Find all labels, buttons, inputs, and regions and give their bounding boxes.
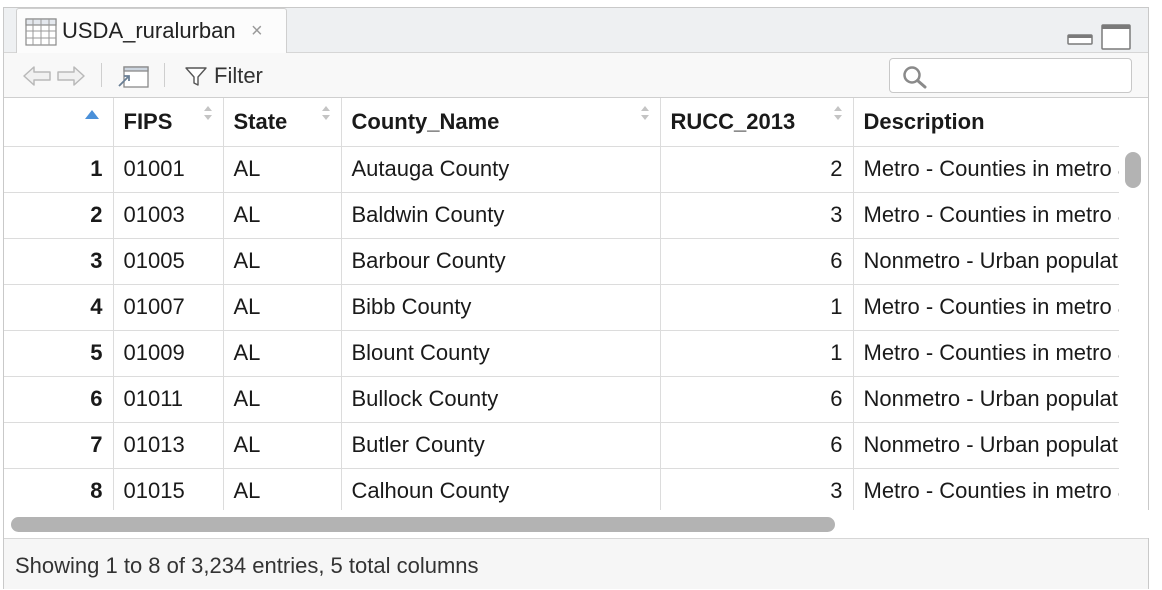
close-icon[interactable]: × — [251, 20, 263, 42]
table-row[interactable]: 2 01003 AL Baldwin County 3 Metro - Coun… — [4, 192, 1119, 239]
arrow-left-icon[interactable] — [22, 65, 52, 87]
cell-county-name: Bullock County — [341, 376, 661, 423]
table-row[interactable]: 1 01001 AL Autauga County 2 Metro - Coun… — [4, 146, 1119, 193]
sort-toggle-icon — [833, 106, 842, 120]
column-header-label: Description — [863, 108, 985, 134]
sort-toggle-icon — [321, 106, 330, 120]
cell-description: Metro - Counties in metro areas — [853, 192, 1119, 239]
sort-toggle-icon — [203, 106, 212, 120]
cell-county-name: Calhoun County — [341, 468, 661, 510]
table-row[interactable]: 5 01009 AL Blount County 1 Metro - Count… — [4, 330, 1119, 377]
cell-county-name: Butler County — [341, 422, 661, 469]
cell-state: AL — [223, 284, 342, 331]
row-number: 5 — [4, 330, 114, 377]
cell-state: AL — [223, 146, 342, 193]
cell-fips: 01003 — [113, 192, 224, 239]
row-number: 8 — [4, 468, 114, 510]
cell-description: Metro - Counties in metro areas — [853, 284, 1119, 331]
table-row[interactable]: 7 01013 AL Butler County 6 Nonmetro - Ur… — [4, 422, 1119, 469]
cell-fips: 01011 — [113, 376, 224, 423]
table-row[interactable]: 3 01005 AL Barbour County 6 Nonmetro - U… — [4, 238, 1119, 285]
funnel-icon — [185, 67, 207, 86]
cell-state: AL — [223, 468, 342, 510]
table-row[interactable]: 8 01015 AL Calhoun County 3 Metro - Coun… — [4, 468, 1119, 510]
column-header-description[interactable]: Description — [853, 98, 1119, 147]
column-header-label: FIPS — [123, 108, 173, 134]
cell-rucc-2013: 1 — [660, 284, 854, 331]
filter-label: Filter — [214, 63, 263, 88]
cell-rucc-2013: 3 — [660, 192, 854, 239]
column-header-label: State — [233, 108, 288, 134]
cell-county-name: Baldwin County — [341, 192, 661, 239]
search-input[interactable] — [934, 63, 1124, 89]
cell-rucc-2013: 3 — [660, 468, 854, 510]
vertical-scrollbar[interactable] — [1125, 152, 1141, 188]
cell-state: AL — [223, 422, 342, 469]
cell-description: Nonmetro - Urban population — [853, 422, 1119, 469]
search-box[interactable] — [889, 58, 1132, 93]
tab-bar: USDA_ruralurban × — [4, 8, 1148, 54]
cell-fips: 01001 — [113, 146, 224, 193]
cell-description: Metro - Counties in metro areas — [853, 330, 1119, 377]
column-header-county-name[interactable]: County_Name — [341, 98, 661, 147]
toolbar-divider — [164, 63, 165, 87]
row-number: 2 — [4, 192, 114, 239]
cell-state: AL — [223, 330, 342, 377]
cell-fips: 01015 — [113, 468, 224, 510]
cell-county-name: Autauga County — [341, 146, 661, 193]
arrow-right-icon[interactable] — [56, 65, 86, 87]
cell-rucc-2013: 1 — [660, 330, 854, 377]
data-grid: FIPS State County_Name RUCC_2013 Descrip… — [4, 98, 1119, 510]
header-row: FIPS State County_Name RUCC_2013 Descrip… — [4, 98, 1119, 147]
popout-window-icon[interactable] — [116, 64, 150, 90]
row-number-header[interactable] — [4, 98, 114, 147]
entries-summary: Showing 1 to 8 of 3,234 entries, 5 total… — [15, 553, 479, 578]
cell-rucc-2013: 2 — [660, 146, 854, 193]
filter-button[interactable]: Filter — [184, 63, 263, 89]
minimize-pane-icon[interactable] — [1067, 24, 1093, 46]
toolbar: Filter — [4, 53, 1148, 98]
search-icon — [903, 66, 927, 89]
column-header-rucc-2013[interactable]: RUCC_2013 — [660, 98, 854, 147]
row-number: 3 — [4, 238, 114, 285]
cell-description: Metro - Counties in metro areas — [853, 146, 1119, 193]
column-header-state[interactable]: State — [223, 98, 342, 147]
cell-state: AL — [223, 192, 342, 239]
cell-description: Nonmetro - Urban population — [853, 238, 1119, 285]
cell-description: Nonmetro - Urban population — [853, 376, 1119, 423]
cell-state: AL — [223, 376, 342, 423]
table-grid-icon — [25, 18, 57, 46]
column-header-label: RUCC_2013 — [670, 108, 796, 134]
cell-fips: 01009 — [113, 330, 224, 377]
status-bar: Showing 1 to 8 of 3,234 entries, 5 total… — [4, 538, 1148, 589]
toolbar-divider — [101, 63, 102, 87]
cell-fips: 01013 — [113, 422, 224, 469]
row-number: 7 — [4, 422, 114, 469]
data-table: FIPS State County_Name RUCC_2013 Descrip… — [4, 98, 1119, 510]
cell-county-name: Bibb County — [341, 284, 661, 331]
cell-county-name: Barbour County — [341, 238, 661, 285]
row-number: 6 — [4, 376, 114, 423]
cell-rucc-2013: 6 — [660, 376, 854, 423]
horizontal-scrollbar[interactable] — [11, 517, 835, 532]
cell-rucc-2013: 6 — [660, 422, 854, 469]
data-viewer-pane: USDA_ruralurban × Filter FIPS State Coun… — [3, 7, 1150, 589]
column-header-label: County_Name — [351, 108, 500, 134]
maximize-pane-icon[interactable] — [1101, 24, 1131, 50]
table-row[interactable]: 4 01007 AL Bibb County 1 Metro - Countie… — [4, 284, 1119, 331]
cell-fips: 01005 — [113, 238, 224, 285]
cell-state: AL — [223, 238, 342, 285]
column-header-fips[interactable]: FIPS — [113, 98, 224, 147]
cell-description: Metro - Counties in metro areas — [853, 468, 1119, 510]
tab-usda-ruralurban[interactable]: USDA_ruralurban × — [16, 8, 287, 54]
sort-toggle-icon — [640, 106, 649, 120]
sort-ascending-icon — [84, 110, 99, 119]
table-row[interactable]: 6 01011 AL Bullock County 6 Nonmetro - U… — [4, 376, 1119, 423]
cell-county-name: Blount County — [341, 330, 661, 377]
cell-rucc-2013: 6 — [660, 238, 854, 285]
row-number: 4 — [4, 284, 114, 331]
row-number: 1 — [4, 146, 114, 193]
tab-title: USDA_ruralurban — [62, 18, 236, 43]
cell-fips: 01007 — [113, 284, 224, 331]
